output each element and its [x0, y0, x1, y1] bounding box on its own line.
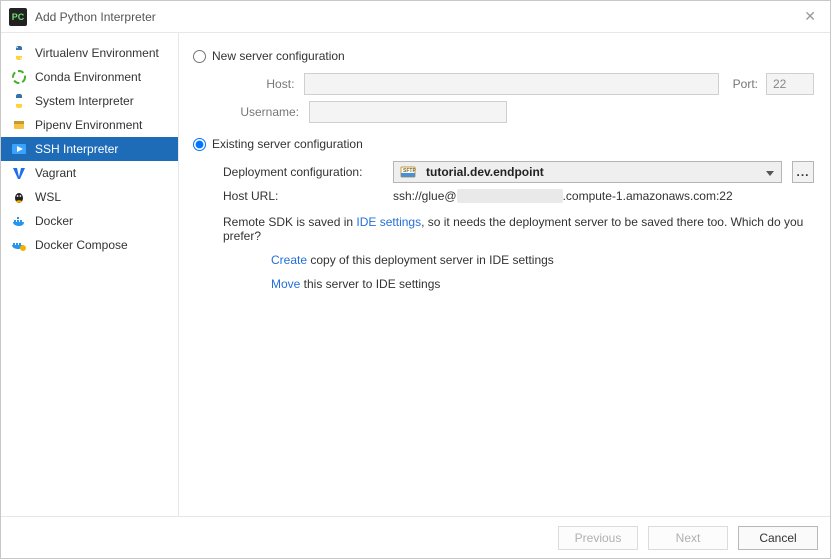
port-input[interactable]	[766, 73, 814, 95]
info-block: Remote SDK is saved in IDE settings, so …	[223, 215, 814, 291]
chevron-down-icon	[765, 168, 775, 178]
pipenv-icon	[11, 117, 27, 133]
sidebar-item-label: Docker	[35, 214, 73, 228]
hosturl-value: ssh://glue@████████████.compute-1.amazon…	[393, 189, 733, 203]
create-option: Create copy of this deployment server in…	[271, 253, 814, 267]
deploy-label: Deployment configuration:	[223, 165, 387, 179]
sidebar-item-pipenv[interactable]: Pipenv Environment	[1, 113, 178, 137]
ssh-play-icon	[11, 141, 27, 157]
pycharm-icon: PC	[9, 8, 27, 26]
radio-existing-label: Existing server configuration	[212, 137, 363, 151]
sidebar-item-label: Pipenv Environment	[35, 118, 142, 132]
sidebar-item-docker[interactable]: Docker	[1, 209, 178, 233]
deploy-row: Deployment configuration: SFTP tutorial.…	[223, 161, 814, 183]
sidebar-item-label: System Interpreter	[35, 94, 134, 108]
deployment-browse-button[interactable]: ...	[792, 161, 814, 183]
cancel-button[interactable]: Cancel	[738, 526, 818, 550]
radio-new-label: New server configuration	[212, 49, 345, 63]
next-button[interactable]: Next	[648, 526, 728, 550]
sidebar-item-label: SSH Interpreter	[35, 142, 118, 156]
deployment-select-value: tutorial.dev.endpoint	[426, 165, 544, 179]
sidebar-item-ssh[interactable]: SSH Interpreter	[1, 137, 178, 161]
hosturl-redacted: ████████████	[457, 189, 563, 203]
ide-settings-link[interactable]: IDE settings	[356, 215, 421, 229]
radio-new-config[interactable]: New server configuration	[193, 45, 814, 67]
sftp-icon: SFTP	[400, 165, 420, 179]
python-icon	[11, 45, 27, 61]
python-icon	[11, 93, 27, 109]
host-input[interactable]	[304, 73, 718, 95]
radio-new-input[interactable]	[193, 50, 206, 63]
username-label: Username:	[223, 105, 303, 119]
conda-icon	[11, 69, 27, 85]
host-label: Host:	[223, 77, 298, 91]
titlebar: PC Add Python Interpreter ✕	[1, 1, 830, 33]
host-row: Host: Port:	[223, 73, 814, 95]
sidebar-item-label: Virtualenv Environment	[35, 46, 159, 60]
docker-compose-icon	[11, 237, 27, 253]
linux-icon	[11, 189, 27, 205]
sidebar-item-docker-compose[interactable]: Docker Compose	[1, 233, 178, 257]
close-button[interactable]: ✕	[798, 4, 822, 29]
hosturl-row: Host URL: ssh://glue@████████████.comput…	[223, 189, 814, 203]
sidebar-item-wsl[interactable]: WSL	[1, 185, 178, 209]
sidebar-item-system[interactable]: System Interpreter	[1, 89, 178, 113]
info-text: Remote SDK is saved in IDE settings, so …	[223, 215, 803, 243]
port-label: Port:	[733, 77, 758, 91]
move-link[interactable]: Move	[271, 277, 300, 291]
svg-text:SFTP: SFTP	[403, 168, 416, 174]
sidebar-item-label: Vagrant	[35, 166, 76, 180]
vagrant-icon	[11, 165, 27, 181]
sidebar: Virtualenv Environment Conda Environment…	[1, 33, 179, 516]
sidebar-item-virtualenv[interactable]: Virtualenv Environment	[1, 41, 178, 65]
main-panel: New server configuration Host: Port: Use…	[179, 33, 830, 516]
radio-existing-config[interactable]: Existing server configuration	[193, 133, 814, 155]
deployment-select[interactable]: SFTP tutorial.dev.endpoint	[393, 161, 782, 183]
docker-icon	[11, 213, 27, 229]
previous-button[interactable]: Previous	[558, 526, 638, 550]
sidebar-item-conda[interactable]: Conda Environment	[1, 65, 178, 89]
hosturl-label: Host URL:	[223, 189, 387, 203]
radio-existing-input[interactable]	[193, 138, 206, 151]
sidebar-item-label: Docker Compose	[35, 238, 128, 252]
dialog-body: Virtualenv Environment Conda Environment…	[1, 33, 830, 516]
window-title: Add Python Interpreter	[35, 10, 156, 24]
footer: Previous Next Cancel	[1, 516, 830, 558]
create-link[interactable]: Create	[271, 253, 307, 267]
username-row: Username:	[223, 101, 814, 123]
sidebar-item-vagrant[interactable]: Vagrant	[1, 161, 178, 185]
sidebar-item-label: Conda Environment	[35, 70, 141, 84]
move-option: Move this server to IDE settings	[271, 277, 814, 291]
username-input[interactable]	[309, 101, 507, 123]
sidebar-item-label: WSL	[35, 190, 61, 204]
dialog-window: PC Add Python Interpreter ✕ Virtualenv E…	[0, 0, 831, 559]
